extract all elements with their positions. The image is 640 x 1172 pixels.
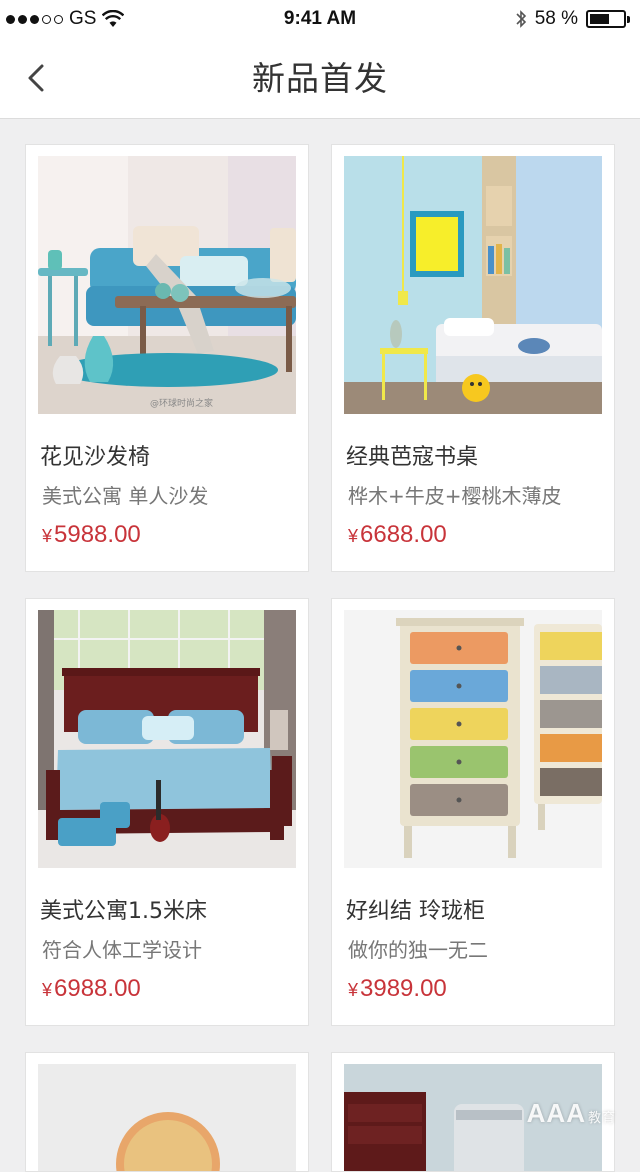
battery-icon [586,10,626,28]
product-price: ¥5988.00 [42,521,141,549]
product-name: 好纠结 玲珑柜 [346,899,485,924]
page-title: 新品首发 [252,59,388,98]
price-value: 6688.00 [360,521,447,548]
price-value: 3989.00 [360,975,447,1002]
product-name: 经典芭寇书桌 [346,445,479,470]
nav-bar: 新品首发 [0,38,640,119]
price-value: 5988.00 [54,521,141,548]
status-bar: GS 9:41 AM 58 % [0,0,640,38]
product-price: ¥6688.00 [348,521,447,549]
product-price: ¥3989.00 [348,975,447,1003]
currency-symbol: ¥ [42,980,53,1000]
photo-caption: @环球时尚之家 [150,397,213,409]
product-card[interactable]: 好纠结 玲珑柜 做你的独一无二 ¥3989.00 [331,598,615,1026]
battery-percent: 58 % [534,8,578,29]
bluetooth-icon [516,10,526,28]
product-image-desk [344,156,602,414]
product-card[interactable]: 经典芭寇书桌 桦木+牛皮+樱桃木薄皮 ¥6688.00 [331,144,615,572]
product-description: 做你的独一无二 [348,938,488,962]
product-card[interactable]: @环球时尚之家 花见沙发椅 美式公寓 单人沙发 ¥5988.00 [25,144,309,572]
product-image-bed [38,610,296,868]
product-description: 美式公寓 单人沙发 [42,484,209,508]
currency-symbol: ¥ [348,526,359,546]
status-right: 58 % [515,8,630,30]
product-description: 符合人体工学设计 [42,938,202,962]
product-description: 桦木+牛皮+樱桃木薄皮 [348,484,562,508]
watermark-logo: AAA 教育 [526,1098,616,1128]
product-image-chair [38,1064,296,1171]
product-image-cabinet [344,610,602,868]
currency-symbol: ¥ [348,980,359,1000]
currency-symbol: ¥ [42,526,53,546]
product-card[interactable] [25,1052,309,1172]
product-image-sofa: @环球时尚之家 [38,156,296,414]
price-value: 6988.00 [54,975,141,1002]
product-price: ¥6988.00 [42,975,141,1003]
product-name: 花见沙发椅 [40,445,151,470]
product-card[interactable]: 美式公寓1.5米床 符合人体工学设计 ¥6988.00 [25,598,309,1026]
product-name: 美式公寓1.5米床 [40,899,207,924]
